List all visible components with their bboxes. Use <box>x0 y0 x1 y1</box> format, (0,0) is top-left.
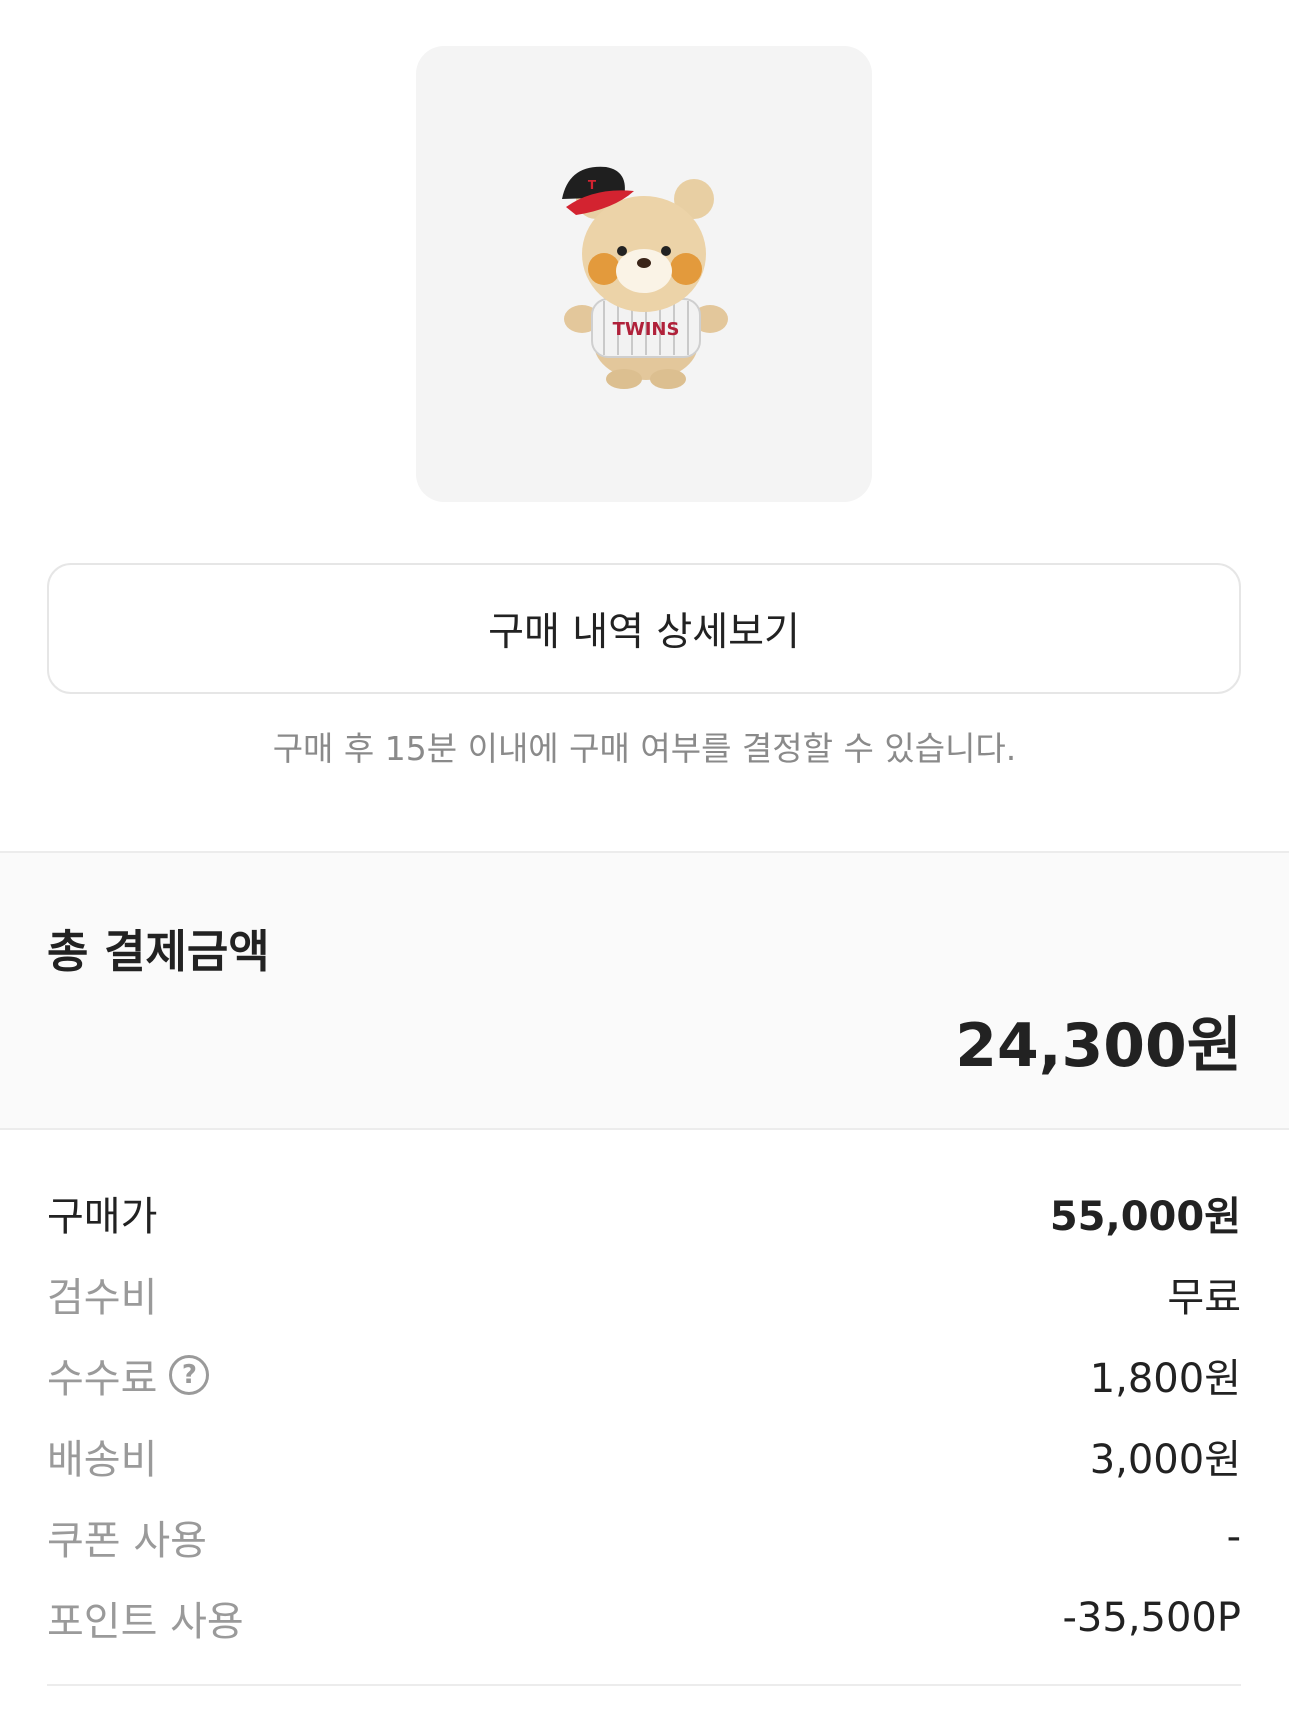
svg-text:T: T <box>588 178 597 192</box>
total-payment-section: 총 결제금액 24,300원 <box>0 851 1289 1130</box>
commission-label-wrap: 수수료 ? <box>47 1346 210 1404</box>
coupon-value: - <box>1226 1513 1241 1560</box>
commission-value: 1,800원 <box>1089 1355 1241 1402</box>
points-value: -35,500P <box>1062 1594 1241 1641</box>
jersey-text: TWINS <box>613 319 680 340</box>
inspection-fee-value: 무료 <box>1167 1274 1241 1321</box>
purchase-price-label: 구매가 <box>47 1193 158 1240</box>
commission-label: 수수료 <box>47 1355 158 1402</box>
breakdown-row-shipping-fee: 배송비 3,000원 <box>47 1415 1241 1496</box>
breakdown-row-commission: 수수료 ? 1,800원 <box>47 1334 1241 1415</box>
total-payment-label: 총 결제금액 <box>47 925 270 978</box>
decision-notice: 구매 후 15분 이내에 구매 여부를 결정할 수 있습니다. <box>272 729 1017 768</box>
product-image[interactable]: TWINS T <box>416 46 872 502</box>
purchase-detail-button[interactable]: 구매 내역 상세보기 <box>47 563 1241 694</box>
breakdown-row-coupon: 쿠폰 사용 - <box>47 1496 1241 1577</box>
purchase-result-page: TWINS T 구매 내역 상세보기 구매 후 15분 이내에 구매 여부를 결… <box>0 0 1289 1720</box>
coupon-label: 쿠폰 사용 <box>47 1517 207 1564</box>
total-payment-amount: 24,300원 <box>955 1011 1242 1081</box>
purchase-price-value: 55,000원 <box>1049 1193 1241 1240</box>
plush-bear-image: TWINS T <box>562 166 728 389</box>
shipping-fee-value: 3,000원 <box>1089 1436 1241 1483</box>
bottom-divider <box>47 1684 1241 1686</box>
breakdown-row-points: 포인트 사용 -35,500P <box>47 1577 1241 1658</box>
price-breakdown: 구매가 55,000원 검수비 무료 수수료 ? 1,800원 배송비 3,00… <box>47 1172 1241 1658</box>
inspection-fee-label: 검수비 <box>47 1274 158 1321</box>
breakdown-row-purchase-price: 구매가 55,000원 <box>47 1172 1241 1253</box>
points-label: 포인트 사용 <box>47 1598 244 1645</box>
help-question-icon[interactable]: ? <box>169 1354 210 1395</box>
breakdown-row-inspection-fee: 검수비 무료 <box>47 1253 1241 1334</box>
shipping-fee-label: 배송비 <box>47 1436 158 1483</box>
